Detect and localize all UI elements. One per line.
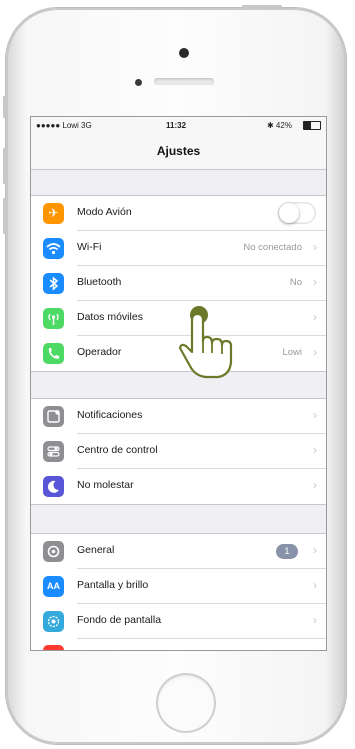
volume-up-button [3,148,6,184]
mute-switch [3,96,6,118]
chevron-right-icon: › [313,240,317,254]
row-label: Centro de control [77,444,158,456]
control-center-icon [43,441,64,462]
battery-icon [303,121,321,130]
chevron-right-icon: › [313,443,317,457]
row-value: No [289,277,302,288]
chevron-right-icon: › [313,408,317,422]
volume-down-button [3,198,6,234]
chevron-right-icon: › [313,310,317,324]
row-wallpaper[interactable]: Fondo de pantalla › [31,604,326,639]
row-general[interactable]: General 1 › [31,534,326,569]
status-time: 11:32 [166,121,187,130]
row-do-not-disturb[interactable]: No molestar › [31,469,326,504]
row-display-brightness[interactable]: AA Pantalla y brillo › [31,569,326,604]
row-label: Fondo de pantalla [77,614,162,626]
row-value: Lowi [282,347,302,358]
chevron-right-icon: › [313,578,317,592]
notifications-icon [43,406,64,427]
row-label: Bluetooth [77,276,122,288]
wallpaper-icon [43,611,64,632]
settings-group-notifications: Notificaciones › Centro de control › No … [31,398,326,505]
power-button [242,5,282,8]
status-bar: ●●●●● Lowi 3G 11:32 ✱ 42% [31,117,326,135]
airplane-mode-toggle[interactable] [278,202,316,224]
proximity-sensor [135,79,142,86]
phone-icon [43,343,64,364]
row-bluetooth[interactable]: Bluetooth No › [31,266,326,301]
text-size-icon: AA [43,576,64,597]
carrier-signal: ●●●●● Lowi 3G [36,121,92,130]
nav-bar: Ajustes [31,135,326,170]
row-airplane-mode[interactable]: ✈ Modo Avión [31,196,326,231]
page-title: Ajustes [156,144,201,158]
row-label: General [77,544,115,556]
row-label: No molestar [77,479,134,491]
row-wifi[interactable]: Wi-Fi No conectado › [31,231,326,266]
row-label: Operador [77,346,122,358]
earpiece-speaker [154,78,214,85]
row-label: Datos móviles [77,311,143,323]
row-value: No conectado [243,242,302,253]
row-label: Pantalla y brillo [77,579,149,591]
update-badge: 1 [276,544,298,559]
wifi-icon [43,238,64,259]
row-label: Notificaciones [77,409,143,421]
home-button[interactable] [156,673,216,733]
moon-icon [43,476,64,497]
chevron-right-icon: › [313,345,317,359]
row-label: Wi-Fi [77,241,102,253]
row-label: Modo Avión [77,206,132,218]
settings-group-general: General 1 › AA Pantalla y brillo › Fondo… [31,533,326,650]
chevron-right-icon: › [313,478,317,492]
tap-gesture-hand-icon [178,306,233,379]
antenna-icon [43,308,64,329]
sounds-icon [43,645,64,650]
front-camera [179,48,189,58]
chevron-right-icon: › [313,543,317,557]
row-notifications[interactable]: Notificaciones › [31,399,326,434]
gear-icon [43,541,64,562]
airplane-icon: ✈ [43,203,64,224]
bluetooth-icon [43,273,64,294]
chevron-right-icon: › [313,613,317,627]
battery-percent: ✱ 42% [267,121,292,130]
row-control-center[interactable]: Centro de control › [31,434,326,469]
row-partial-next[interactable] [31,639,326,650]
chevron-right-icon: › [313,275,317,289]
